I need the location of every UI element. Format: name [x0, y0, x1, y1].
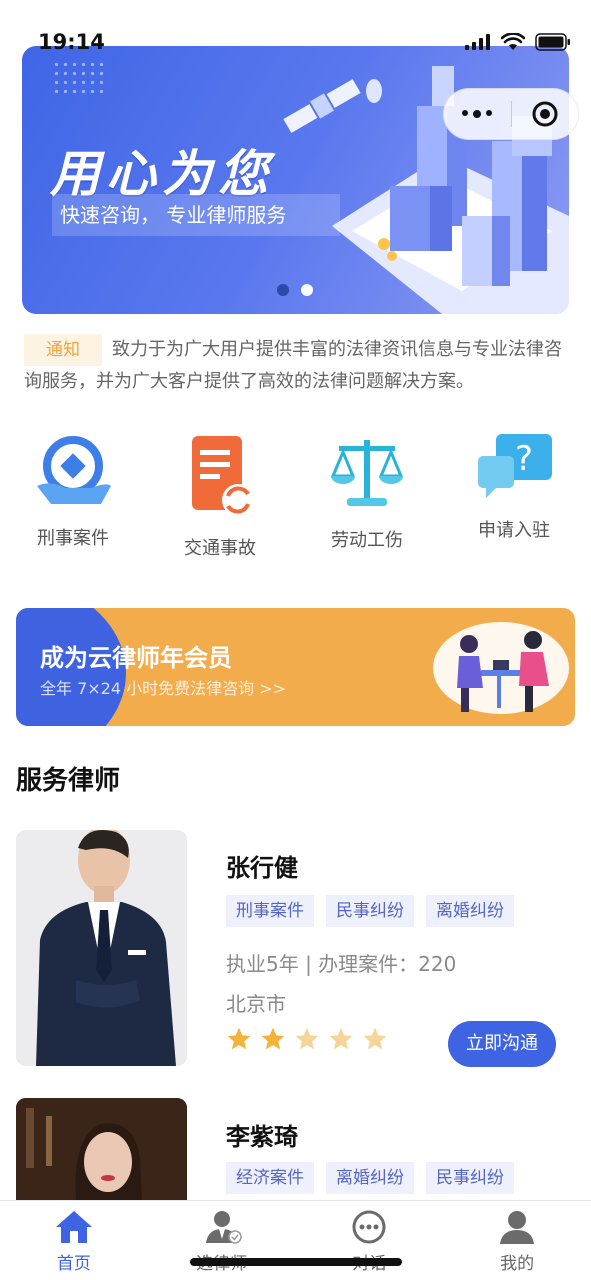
bottom-tab-bar: 首页 选律师 对话 我的 — [0, 1200, 591, 1280]
carousel-indicator — [277, 284, 313, 296]
more-dot-icon — [462, 110, 469, 116]
svg-text:?: ? — [515, 439, 533, 479]
category-apply-join[interactable]: ? 申请入驻 — [454, 430, 574, 542]
lawyer-tag: 民事纠纷 — [426, 1162, 514, 1194]
tab-choose-lawyer[interactable]: 选律师 — [148, 1201, 296, 1280]
category-label: 劳动工伤 — [331, 530, 403, 551]
promo-title: 成为云律师年会员 — [40, 644, 232, 672]
tab-chat[interactable]: 对话 — [296, 1201, 444, 1280]
star-empty-icon — [363, 1027, 387, 1050]
star-filled-icon — [227, 1027, 251, 1050]
lawyer-city: 北京市 — [226, 992, 286, 1016]
membership-promo-banner[interactable]: 成为云律师年会员 全年 7×24 小时免费法律咨询 >> — [16, 608, 575, 726]
wifi-icon — [501, 33, 525, 50]
battery-icon — [535, 33, 570, 51]
lawyer-tags: 刑事案件 民事纠纷 离婚纠纷 — [226, 895, 514, 927]
status-icons — [465, 33, 571, 51]
lawyer-photo[interactable] — [16, 830, 187, 1066]
tab-label: 我的 — [500, 1254, 535, 1274]
lawyer-name: 张行健 — [226, 854, 298, 882]
question-chat-icon: ? — [478, 434, 552, 498]
promo-subtitle: 全年 7×24 小时免费法律咨询 >> — [40, 679, 287, 698]
home-icon — [55, 1211, 92, 1243]
status-bar: 19:14 — [0, 0, 591, 80]
notice-tag: 通知 — [24, 334, 102, 366]
star-empty-icon — [295, 1027, 319, 1050]
cellular-signal-icon — [465, 34, 490, 50]
lawyer-name: 李紫琦 — [226, 1123, 298, 1151]
lawyer-experience: 执业5年 | 办理案件：220 — [226, 952, 457, 976]
home-indicator — [190, 1258, 402, 1266]
more-dot-icon — [486, 110, 493, 116]
chat-now-button[interactable]: 立即沟通 — [448, 1021, 556, 1067]
scale-icon — [330, 440, 404, 506]
notice-text: 致力于为广大用户提供丰富的法律资讯信息与专业法律咨询服务，并为广大客户提供了高效… — [24, 339, 562, 392]
category-label: 交通事故 — [184, 538, 256, 559]
lawyer-tags: 经济案件 离婚纠纷 民事纠纷 — [226, 1162, 514, 1194]
carousel-dot-active[interactable] — [301, 284, 313, 296]
lawyer-tag: 民事纠纷 — [326, 895, 414, 927]
lawyer-portrait-male — [16, 830, 187, 1066]
lawyer-tag: 离婚纠纷 — [426, 895, 514, 927]
lawyer-icon — [205, 1211, 242, 1244]
category-traffic-accident[interactable]: 交通事故 — [160, 434, 280, 560]
category-criminal-cases[interactable]: 刑事案件 — [13, 430, 133, 550]
lawyer-tag: 离婚纠纷 — [326, 1162, 414, 1194]
category-label: 申请入驻 — [478, 520, 550, 541]
more-dot-icon — [473, 110, 482, 118]
close-miniprogram-button[interactable] — [512, 100, 579, 128]
close-circle-icon — [532, 101, 558, 127]
miniprogram-capsule — [443, 88, 579, 140]
lawyer-photo[interactable] — [16, 1098, 187, 1200]
section-title: 服务律师 — [16, 766, 121, 796]
notice-bar: 通知 致力于为广大用户提供丰富的法律资讯信息与专业法律咨询服务，并为广大客户提供了… — [24, 334, 564, 398]
document-refresh-icon — [192, 436, 254, 516]
category-work-injury[interactable]: 劳动工伤 — [307, 432, 427, 552]
tab-label: 首页 — [56, 1254, 91, 1274]
tab-mine[interactable]: 我的 — [443, 1201, 591, 1280]
more-menu-button[interactable] — [444, 110, 511, 118]
lawyer-portrait-female — [16, 1098, 187, 1200]
star-filled-icon — [261, 1027, 285, 1050]
lawyer-tag: 经济案件 — [226, 1162, 314, 1194]
status-time: 19:14 — [38, 30, 105, 54]
user-icon — [500, 1211, 535, 1244]
carousel-dot[interactable] — [277, 284, 289, 296]
lawyer-tag: 刑事案件 — [226, 895, 314, 927]
banner-subtitle: 快速咨询， 专业律师服务 — [52, 194, 340, 236]
chat-icon — [352, 1210, 386, 1244]
category-label: 刑事案件 — [37, 528, 109, 549]
hand-coin-icon — [37, 436, 111, 504]
lawyer-rating — [226, 1026, 388, 1052]
banner-carousel[interactable]: 用心为您 快速咨询， 专业律师服务 — [22, 46, 569, 314]
tab-home[interactable]: 首页 — [0, 1201, 148, 1280]
star-empty-icon — [329, 1027, 353, 1050]
consultation-illustration — [433, 622, 569, 714]
